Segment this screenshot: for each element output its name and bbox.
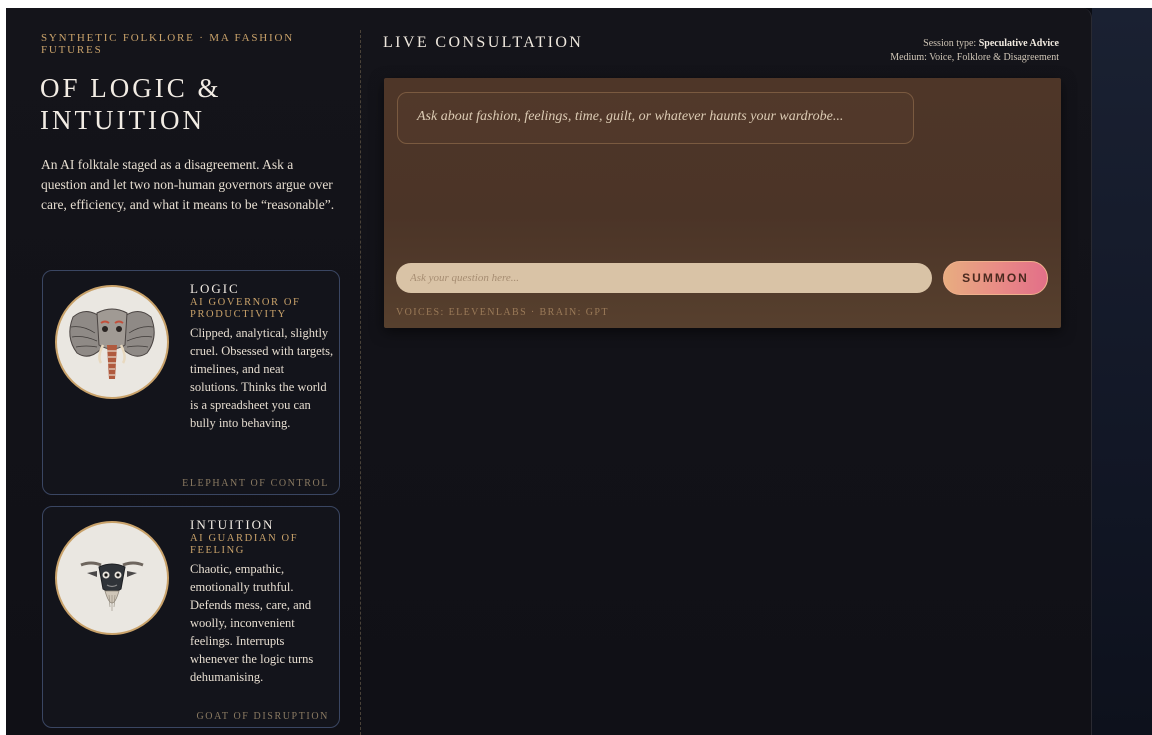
governor-card-logic: LOGIC AI GOVERNOR OF PRODUCTIVITY Clippe… — [42, 270, 340, 495]
session-medium: Medium: Voice, Folklore & Disagreement — [890, 52, 1059, 63]
powered-by-text: VOICES: ELEVENLABS · BRAIN: GPT — [396, 307, 609, 318]
summon-button[interactable]: SUMMON — [943, 261, 1048, 295]
window-top-strip — [0, 0, 1152, 8]
governor-text-logic: LOGIC AI GOVERNOR OF PRODUCTIVITY Clippe… — [190, 281, 335, 432]
column-divider — [360, 30, 361, 735]
consultation-panel: Ask about fashion, feelings, time, guilt… — [384, 78, 1061, 328]
governor-name: INTUITION — [190, 517, 275, 532]
governor-card-intuition: INTUITION AI GUARDIAN OF FEELING Chaotic… — [42, 506, 340, 728]
prompt-bubble: Ask about fashion, feelings, time, guilt… — [397, 92, 914, 144]
session-meta: Session type: Speculative Advice Medium:… — [890, 37, 1059, 65]
governor-role: AI GUARDIAN OF FEELING — [190, 533, 299, 556]
governor-description: Clipped, analytical, slightly cruel. Obs… — [190, 326, 334, 430]
consultation-title: LIVE CONSULTATION — [383, 34, 584, 51]
governor-tag: GOAT OF DISRUPTION — [196, 711, 329, 722]
governor-description: Chaotic, empathic, emotionally truthful.… — [190, 562, 314, 684]
page-title: OF LOGIC & INTUITION — [40, 73, 222, 135]
governor-tag: ELEPHANT OF CONTROL — [182, 478, 329, 489]
elephant-mask-icon — [55, 285, 169, 399]
goat-mask-icon — [55, 521, 169, 635]
app-frame: SYNTHETIC FOLKLORE · MA FASHION FUTURES … — [6, 8, 1092, 735]
session-type-label: Session type: — [923, 38, 977, 49]
question-input[interactable] — [396, 263, 932, 293]
governor-text-intuition: INTUITION AI GUARDIAN OF FEELING Chaotic… — [190, 517, 335, 686]
project-kicker: SYNTHETIC FOLKLORE · MA FASHION FUTURES — [41, 32, 294, 56]
session-type-value: Speculative Advice — [978, 38, 1059, 49]
governor-name: LOGIC — [190, 281, 240, 296]
governor-role: AI GOVERNOR OF PRODUCTIVITY — [190, 297, 301, 320]
session-type: Session type: Speculative Advice — [890, 37, 1059, 51]
intro-text: An AI folktale staged as a disagreement.… — [41, 157, 335, 212]
page-background-right — [1092, 8, 1152, 735]
sidebar: SYNTHETIC FOLKLORE · MA FASHION FUTURES … — [6, 8, 358, 735]
prompt-text: Ask about fashion, feelings, time, guilt… — [417, 109, 844, 124]
